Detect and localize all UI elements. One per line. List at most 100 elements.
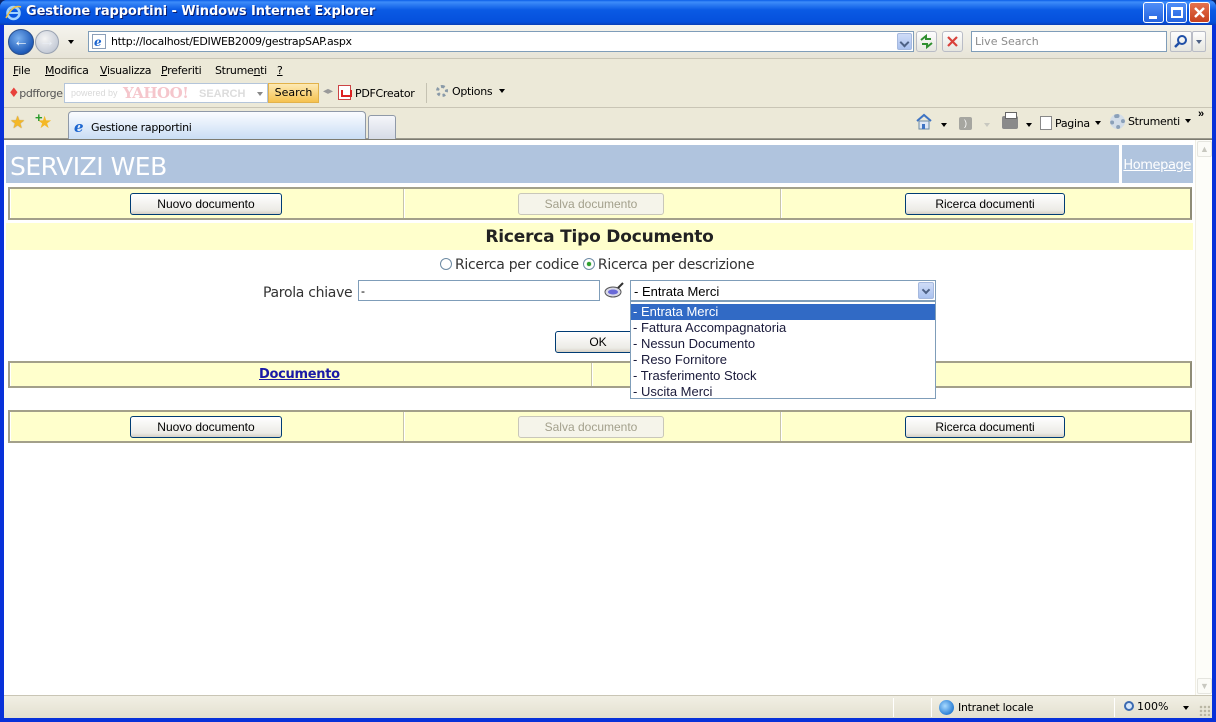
save-document-button[interactable]: Salva documento — [518, 193, 664, 215]
zoom-icon — [1124, 701, 1134, 711]
search-documents-button[interactable]: Ricerca documenti — [905, 193, 1065, 215]
menu-strumenti[interactable]: Strumenti — [215, 64, 267, 77]
gear-icon — [436, 85, 448, 97]
top-action-bar: Nuovo documento Salva documento Ricerca … — [8, 187, 1192, 220]
ie-logo-icon — [5, 5, 22, 21]
homepage-cell: Homepage — [1119, 145, 1193, 183]
page-viewport: SERVIZI WEB Homepage Nuovo documento Sal… — [4, 139, 1212, 695]
status-separator — [931, 698, 932, 717]
feeds-icon[interactable]: ) — [959, 117, 972, 130]
radio-search-by-description[interactable]: Ricerca per descrizione — [582, 257, 755, 273]
bottom-action-bar: Nuovo documento Salva documento Ricerca … — [8, 410, 1192, 443]
option-nessun-documento[interactable]: - Nessun Documento — [631, 336, 935, 352]
search-options-dropdown[interactable] — [1192, 31, 1206, 52]
refresh-button[interactable] — [916, 31, 937, 52]
print-icon[interactable] — [1002, 112, 1018, 129]
radio-button-unchecked[interactable] — [440, 258, 452, 270]
select-dropdown-button[interactable] — [918, 282, 934, 299]
favorites-center-icon[interactable]: ★ — [10, 113, 25, 133]
resize-grip-icon[interactable] — [1199, 705, 1210, 716]
chevron-down-icon — [498, 89, 505, 93]
page-menu-button[interactable]: Pagina — [1040, 116, 1102, 130]
menu-file[interactable]: File — [13, 64, 31, 77]
search-icon — [1174, 35, 1187, 48]
window-frame-bottom — [0, 718, 1216, 722]
forward-arrow-icon: → — [39, 33, 55, 50]
close-icon — [1194, 7, 1205, 18]
keyword-input[interactable] — [358, 280, 600, 301]
binoculars-search-icon[interactable] — [604, 282, 624, 298]
security-zone[interactable]: Intranet locale — [939, 700, 1034, 715]
new-tab-button[interactable] — [368, 115, 396, 140]
search-go-button[interactable] — [1170, 31, 1192, 52]
forward-button[interactable]: → — [35, 30, 59, 54]
tab-gestione-rapportini[interactable]: e Gestione rapportini — [68, 111, 366, 140]
option-trasferimento-stock[interactable]: - Trasferimento Stock — [631, 368, 935, 384]
option-entrata-merci[interactable]: - Entrata Merci — [631, 304, 935, 320]
scroll-up-icon[interactable]: ▲ — [1197, 141, 1212, 157]
more-commands-icon[interactable]: » — [1198, 108, 1204, 120]
action-cell: Ricerca documenti — [781, 189, 1190, 218]
document-column-header[interactable]: Documento — [259, 367, 340, 382]
address-dropdown-button[interactable] — [897, 33, 912, 50]
back-button[interactable]: ← — [8, 29, 34, 55]
window-frame-right — [1212, 25, 1216, 722]
chevron-down-icon — [1095, 121, 1102, 125]
intranet-globe-icon — [939, 700, 954, 715]
pdf-icon — [338, 85, 352, 100]
pdfcreator-button[interactable]: PDFCreator — [338, 85, 415, 100]
feeds-dropdown-icon — [984, 123, 990, 127]
section-title: Ricerca Tipo Documento — [485, 227, 714, 247]
print-dropdown-icon[interactable] — [1026, 123, 1032, 127]
scroll-down-icon[interactable]: ▼ — [1197, 678, 1212, 694]
live-search-input[interactable] — [972, 32, 1162, 50]
add-favorites-icon[interactable]: ★ — [35, 110, 52, 133]
status-separator — [893, 698, 894, 717]
tools-menu-button[interactable]: Strumenti — [1110, 114, 1192, 129]
yahoo-search-button[interactable]: Search — [268, 83, 319, 103]
new-document-button[interactable]: Nuovo documento — [130, 193, 282, 215]
homepage-link[interactable]: Homepage — [1123, 158, 1191, 173]
maximize-button[interactable] — [1166, 2, 1187, 23]
action-cell: Ricerca documenti — [781, 412, 1190, 441]
minimize-button[interactable] — [1143, 2, 1164, 23]
menu-visualizza[interactable]: Visualizza — [100, 64, 151, 77]
browser-window: Gestione rapportini - Windows Internet E… — [0, 0, 1216, 722]
home-icon[interactable] — [915, 113, 933, 130]
save-document-button-bottom[interactable]: Salva documento — [518, 416, 664, 438]
toolbar-grip-icon[interactable]: ◂▸ — [323, 86, 333, 97]
new-document-button-bottom[interactable]: Nuovo documento — [130, 416, 282, 438]
yahoo-search-field[interactable]: powered by YAHOO! SEARCH — [64, 83, 268, 103]
close-button[interactable] — [1189, 2, 1210, 23]
option-reso-fornitore[interactable]: - Reso Fornitore — [631, 352, 935, 368]
menu-preferiti[interactable]: Preferiti — [161, 64, 202, 77]
radio-search-by-code[interactable]: Ricerca per codice — [440, 257, 579, 273]
pdfforge-logo[interactable]: ♦pdfforge — [8, 86, 63, 101]
menu-modifica[interactable]: Modifica — [45, 64, 89, 77]
home-dropdown-icon[interactable] — [941, 123, 947, 127]
menu-help[interactable]: ? — [277, 64, 283, 77]
live-search-field[interactable] — [971, 31, 1167, 52]
status-bar: Intranet locale 100% — [4, 695, 1212, 718]
results-header-row: Documento — [8, 361, 1192, 388]
address-field[interactable]: e http://localhost/EDIWEB2009/gestrapSAP… — [88, 31, 914, 52]
vertical-scrollbar[interactable]: ▲ ▼ — [1195, 140, 1212, 695]
ie-page-icon: e — [92, 34, 106, 49]
option-uscita-merci[interactable]: - Uscita Merci — [631, 384, 935, 400]
zoom-level-button[interactable]: 100% — [1124, 700, 1168, 713]
url-text[interactable]: http://localhost/EDIWEB2009/gestrapSAP.a… — [111, 35, 352, 48]
page-icon — [1040, 116, 1052, 130]
window-title: Gestione rapportini - Windows Internet E… — [26, 4, 376, 19]
recent-pages-dropdown-icon[interactable] — [68, 40, 74, 44]
ok-button[interactable]: OK — [555, 331, 641, 353]
option-fattura-accompagnatoria[interactable]: - Fattura Accompagnatoria — [631, 320, 935, 336]
document-type-select[interactable]: - Entrata Merci — [630, 280, 936, 301]
stop-button[interactable] — [942, 31, 963, 52]
options-button[interactable]: Options — [436, 85, 505, 98]
radio-button-checked[interactable] — [582, 258, 595, 270]
keyword-label: Parola chiave — [263, 285, 353, 301]
chevron-down-icon[interactable] — [257, 92, 263, 96]
search-documents-button-bottom[interactable]: Ricerca documenti — [905, 416, 1065, 438]
zoom-dropdown-icon[interactable] — [1183, 706, 1189, 710]
site-header: SERVIZI WEB Homepage — [6, 145, 1193, 183]
